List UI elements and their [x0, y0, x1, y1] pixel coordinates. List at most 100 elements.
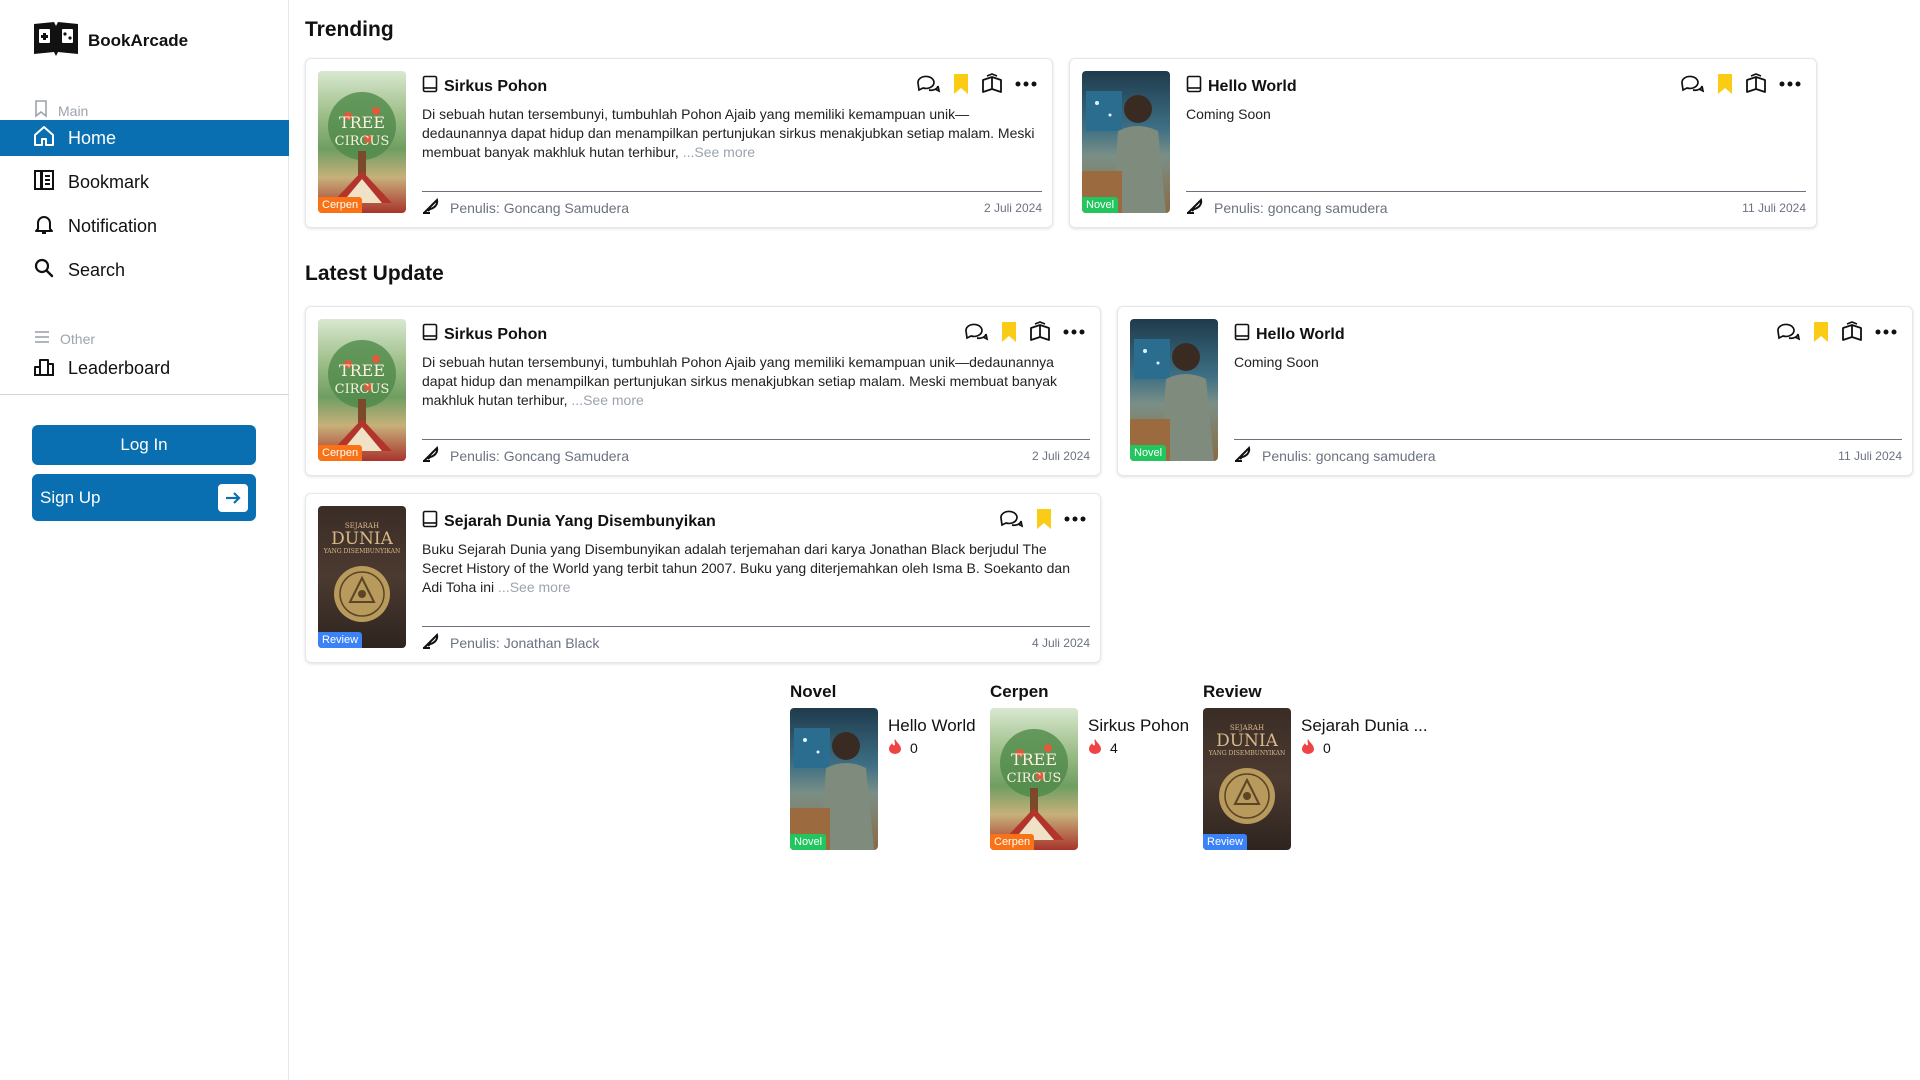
svg-text:TREE: TREE	[339, 361, 385, 380]
sidebar-item-label: Home	[68, 127, 117, 148]
genre-hot-count: 0	[888, 738, 918, 757]
open-book-icon[interactable]	[1745, 73, 1767, 95]
card-actions	[1679, 73, 1801, 95]
card-actions	[915, 73, 1037, 95]
card-author: Penulis: Goncang Samudera	[422, 446, 629, 465]
sidebar-item-home[interactable]: Home	[0, 120, 289, 156]
card-description: Di sebuah hutan tersembunyi, tumbuhlah P…	[422, 105, 1042, 162]
genre-cover[interactable]: Novel	[790, 708, 878, 850]
genre-badge: Review	[1203, 834, 1248, 850]
see-more-link[interactable]: ...See more	[571, 392, 643, 408]
login-button[interactable]: Log In	[32, 425, 256, 465]
flame-icon	[1301, 738, 1315, 757]
genre-book-title[interactable]: Sirkus Pohon	[1088, 716, 1189, 736]
genre-title: Review	[1203, 682, 1262, 701]
card-title[interactable]: Sejarah Dunia Yang Disembunyikan	[422, 510, 716, 533]
see-more-link[interactable]: ...See more	[683, 144, 755, 160]
card-description: Coming Soon	[1234, 354, 1319, 370]
sidebar-item-notification[interactable]: Notification	[0, 208, 289, 244]
latest-card-hello-world[interactable]: Novel Hello World Coming Soon Penulis: g…	[1117, 306, 1913, 476]
more-options-icon[interactable]	[1875, 328, 1897, 336]
svg-text:YANG DISEMBUNYIKAN: YANG DISEMBUNYIKAN	[1208, 750, 1285, 757]
quill-icon	[422, 198, 440, 217]
book-icon	[422, 323, 438, 346]
sidebar-item-bookmark[interactable]: Bookmark	[0, 164, 289, 200]
card-divider	[1186, 191, 1806, 192]
cover-image[interactable]: Novel	[1082, 71, 1170, 213]
section-main-text: Main	[58, 102, 89, 119]
card-title[interactable]: Hello World	[1234, 323, 1345, 346]
card-title[interactable]: Hello World	[1186, 75, 1297, 98]
genre-cover[interactable]: TREE CIRCUS Cerpen	[990, 708, 1078, 850]
svg-text:CIRCUS: CIRCUS	[1007, 771, 1062, 786]
card-date: 4 Juli 2024	[1031, 636, 1090, 650]
comment-icon[interactable]	[1679, 73, 1705, 95]
sejarah-dunia-cover-art: SEJARAH DUNIA YANG DISEMBUNYIKAN	[323, 522, 400, 622]
genre-book-title[interactable]: Hello World	[888, 716, 976, 736]
card-date: 2 Juli 2024	[1031, 449, 1090, 463]
card-actions	[963, 321, 1085, 343]
genre-section-review: Review SEJARAH DUNIA YANG DISEMBUNYIKAN …	[1203, 682, 1433, 852]
hello-world-cover-art	[1130, 339, 1214, 461]
book-icon	[1186, 75, 1202, 98]
cover-image[interactable]: Novel	[1130, 319, 1218, 461]
card-description: Di sebuah hutan tersembunyi, tumbuhlah P…	[422, 353, 1090, 410]
more-options-icon[interactable]	[1015, 80, 1037, 88]
bookmark-filled-icon[interactable]	[953, 73, 969, 95]
more-options-icon[interactable]	[1063, 328, 1085, 336]
brand-name: BookArcade	[88, 30, 189, 50]
bookmark-filled-icon[interactable]	[1813, 321, 1829, 343]
more-options-icon[interactable]	[1779, 80, 1801, 88]
genre-badge: Review	[318, 632, 363, 648]
card-title-text: Hello World	[1208, 77, 1297, 95]
see-more-link[interactable]: ...See more	[498, 579, 570, 595]
section-other-label: Other	[34, 330, 95, 347]
bookmark-filled-icon[interactable]	[1717, 73, 1733, 95]
brand[interactable]: BookArcade	[32, 18, 188, 63]
card-title[interactable]: Sirkus Pohon	[422, 75, 547, 98]
tree-circus-cover-art: TREE CIRCUS	[1000, 729, 1068, 840]
genre-book-title[interactable]: Sejarah Dunia ...	[1301, 716, 1428, 736]
open-book-icon[interactable]	[1841, 321, 1863, 343]
cover-image[interactable]: TREE CIRCUS Cerpen	[318, 319, 406, 461]
comment-icon[interactable]	[915, 73, 941, 95]
hot-count-value: 0	[910, 739, 918, 756]
trending-card-hello-world[interactable]: Novel Hello World Coming Soon Penulis: g…	[1069, 58, 1817, 228]
comment-icon[interactable]	[998, 508, 1024, 530]
svg-text:TREE: TREE	[1011, 750, 1057, 769]
comment-icon[interactable]	[963, 321, 989, 343]
quill-icon	[1234, 446, 1252, 465]
latest-card-sirkus-pohon[interactable]: TREE CIRCUS Cerpen Sirkus Pohon Di sebua…	[305, 306, 1101, 476]
author-text: Penulis: goncang samudera	[1262, 447, 1436, 464]
card-date: 2 Juli 2024	[983, 201, 1042, 215]
signup-label: Sign Up	[40, 487, 101, 507]
svg-text:DUNIA: DUNIA	[1216, 731, 1279, 751]
open-book-icon[interactable]	[1029, 321, 1051, 343]
comment-icon[interactable]	[1775, 321, 1801, 343]
trending-card-sirkus-pohon[interactable]: TREE CIRCUS Cerpen Sirkus Pohon Di sebua…	[305, 58, 1053, 228]
more-options-icon[interactable]	[1064, 515, 1086, 523]
sidebar-item-label: Leaderboard	[68, 357, 171, 378]
tree-circus-cover-art: TREE CIRCUS	[328, 340, 396, 451]
signup-button[interactable]: Sign Up	[32, 474, 256, 521]
cover-image[interactable]: SEJARAH DUNIA YANG DISEMBUNYIKAN Review	[318, 506, 406, 648]
sidebar-item-search[interactable]: Search	[0, 252, 289, 288]
cover-image[interactable]: TREE CIRCUS Cerpen	[318, 71, 406, 213]
open-book-icon[interactable]	[981, 73, 1003, 95]
card-title-text: Hello World	[1256, 325, 1345, 343]
bookmark-outline-icon	[34, 100, 48, 121]
svg-text:TREE: TREE	[339, 113, 385, 132]
card-author: Penulis: goncang samudera	[1234, 446, 1436, 465]
bookmark-filled-icon[interactable]	[1036, 508, 1052, 530]
bookmark-filled-icon[interactable]	[1001, 321, 1017, 343]
card-actions	[1775, 321, 1897, 343]
description-text: Di sebuah hutan tersembunyi, tumbuhlah P…	[422, 354, 1058, 408]
card-title[interactable]: Sirkus Pohon	[422, 323, 547, 346]
card-date: 11 Juli 2024	[1838, 449, 1902, 463]
card-title-text: Sirkus Pohon	[444, 77, 548, 95]
latest-card-sejarah-dunia[interactable]: SEJARAH DUNIA YANG DISEMBUNYIKAN Review …	[305, 493, 1101, 663]
genre-hot-count: 0	[1301, 738, 1331, 757]
genre-cover[interactable]: SEJARAH DUNIA YANG DISEMBUNYIKAN Review	[1203, 708, 1291, 850]
card-actions	[998, 508, 1086, 530]
sidebar-item-leaderboard[interactable]: Leaderboard	[0, 350, 289, 386]
